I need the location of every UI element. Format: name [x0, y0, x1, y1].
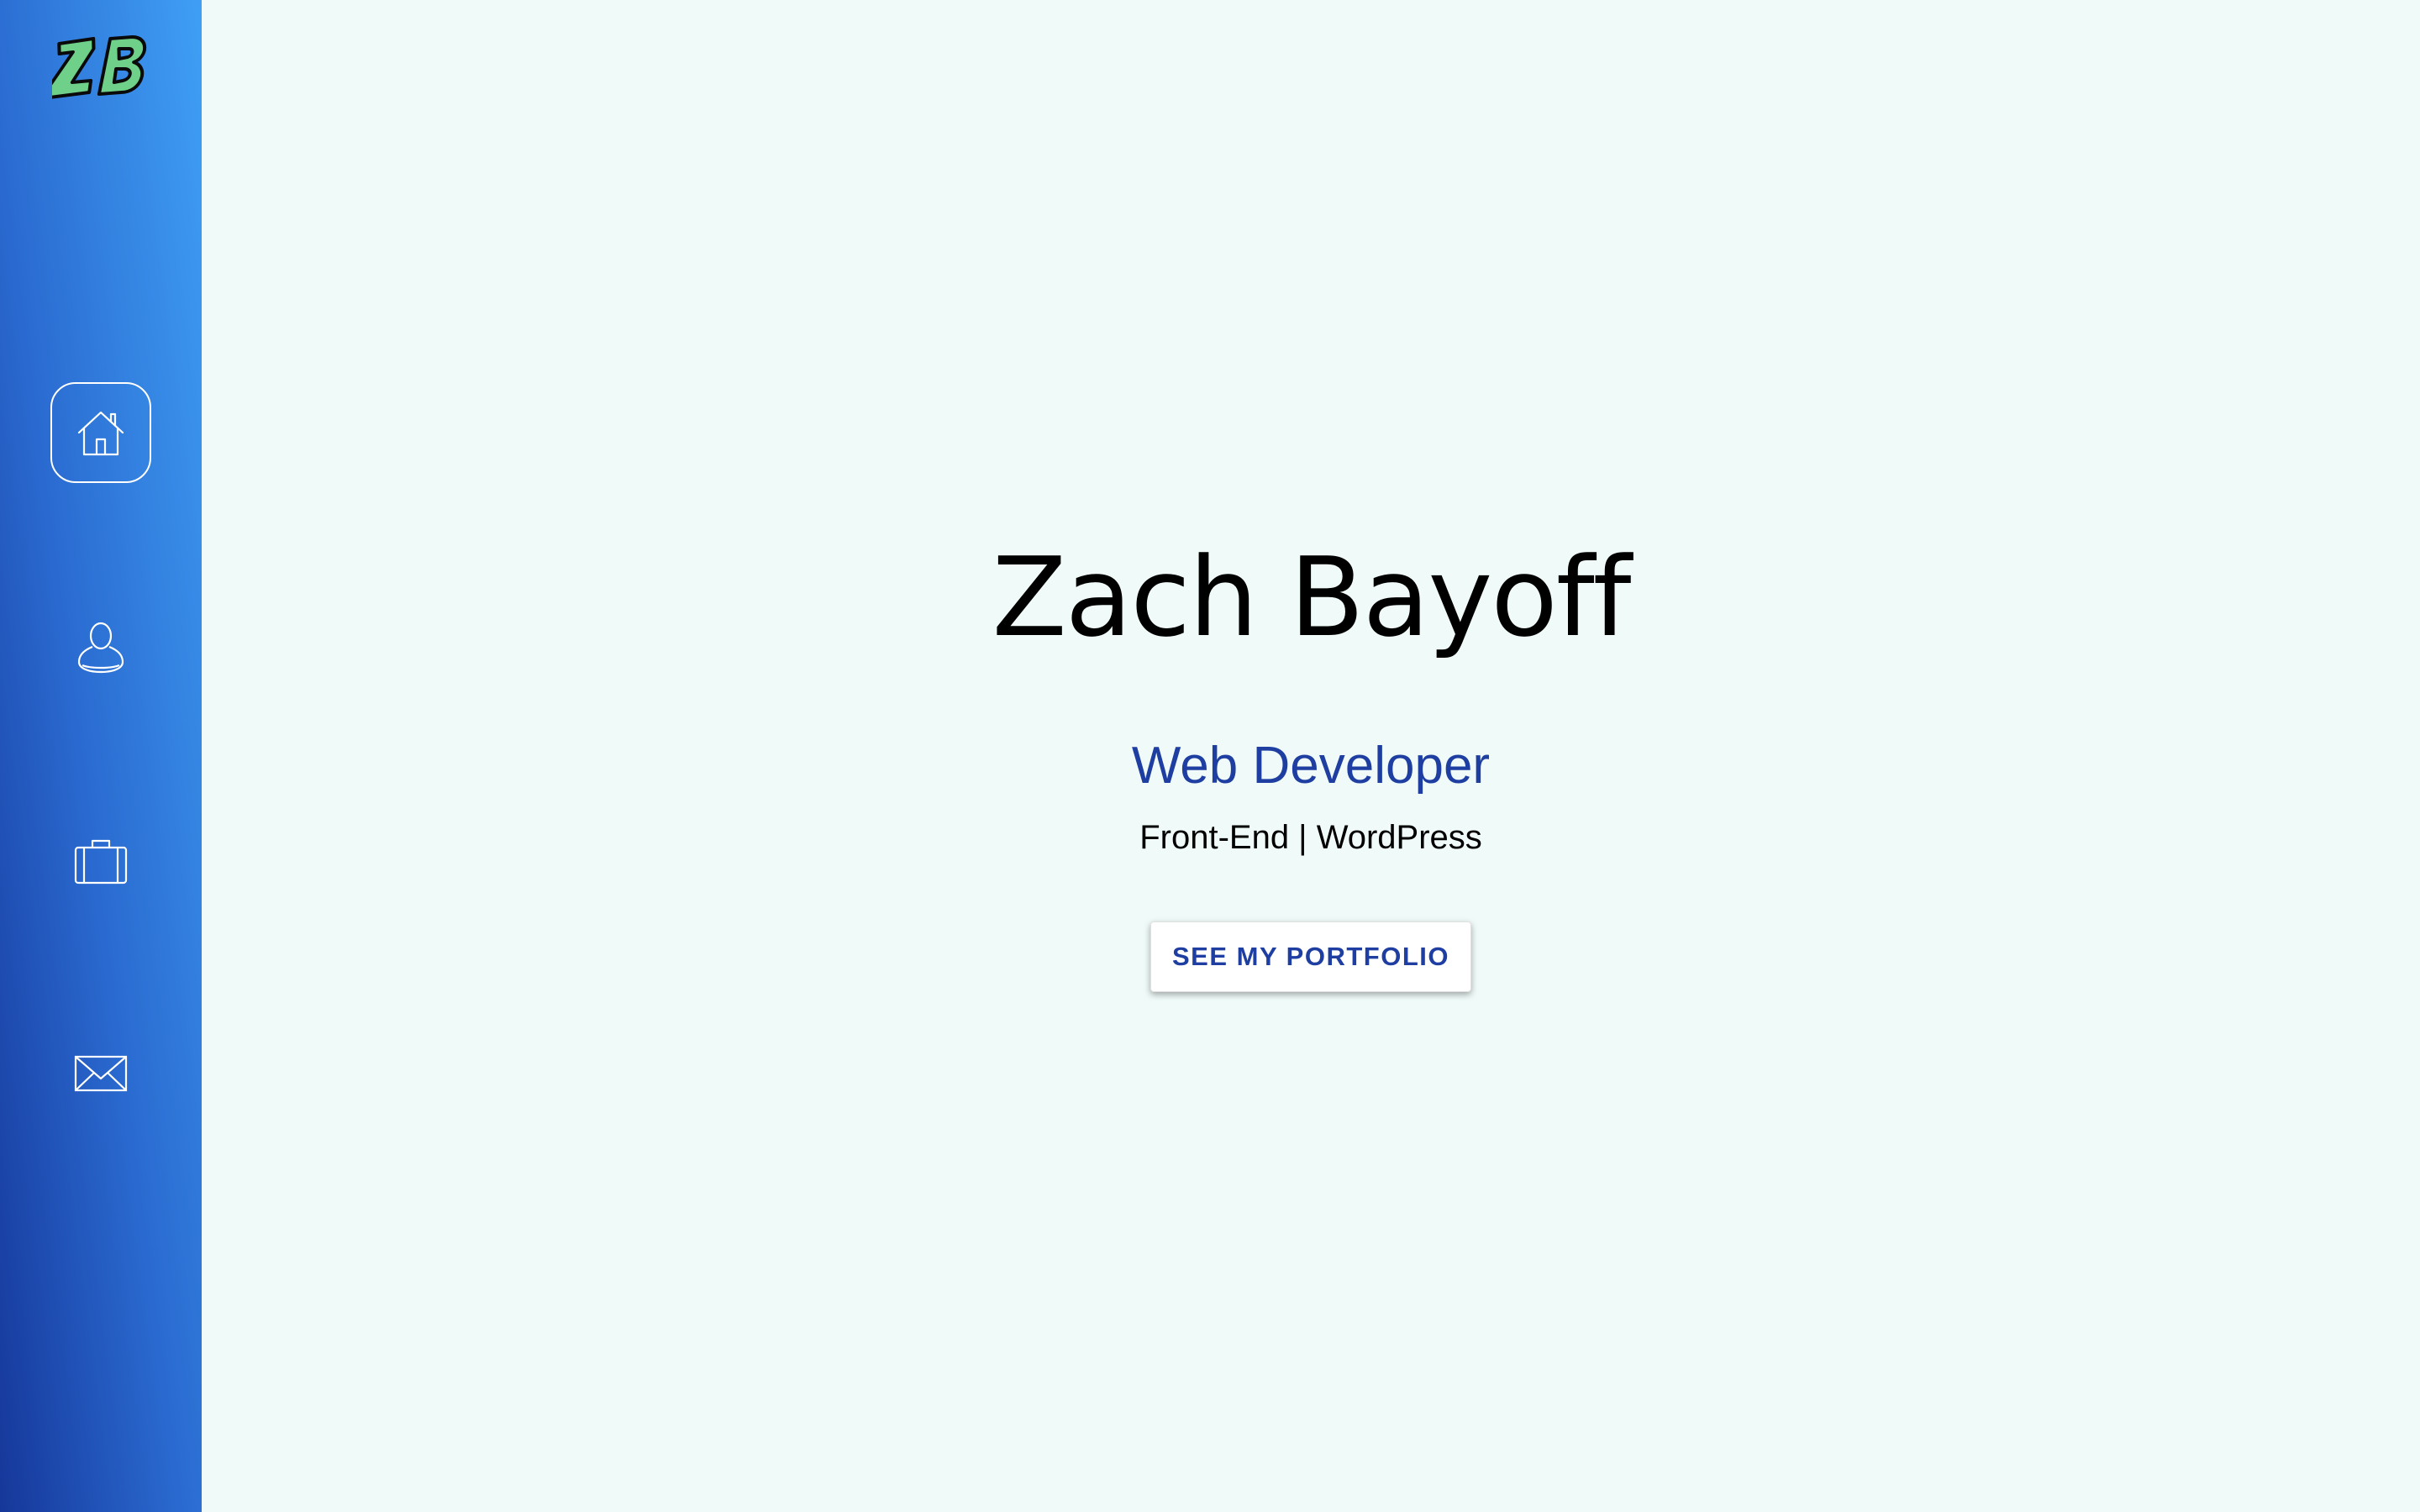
nav-contact-button[interactable] — [50, 1023, 151, 1124]
mail-icon — [74, 1055, 128, 1092]
app-root: Zach Bayoff Web Developer Front-End | Wo… — [0, 0, 2420, 1512]
hero-specialties: Front-End | WordPress — [1139, 819, 1482, 856]
nav-portfolio-button[interactable] — [50, 811, 151, 911]
see-portfolio-button[interactable]: SEE MY PORTFOLIO — [1150, 921, 1471, 992]
briefcase-icon — [74, 839, 128, 885]
zb-logo[interactable] — [52, 34, 150, 111]
nav-about-button[interactable] — [50, 596, 151, 697]
home-icon — [77, 411, 124, 456]
nav-home-button[interactable] — [50, 382, 151, 483]
hero-name: Zach Bayoff — [992, 533, 1632, 661]
user-icon — [77, 622, 124, 674]
hero-job-title: Web Developer — [1131, 737, 1491, 795]
sidebar-nav — [0, 0, 202, 1512]
hero-section: Zach Bayoff Web Developer Front-End | Wo… — [202, 0, 2420, 1512]
